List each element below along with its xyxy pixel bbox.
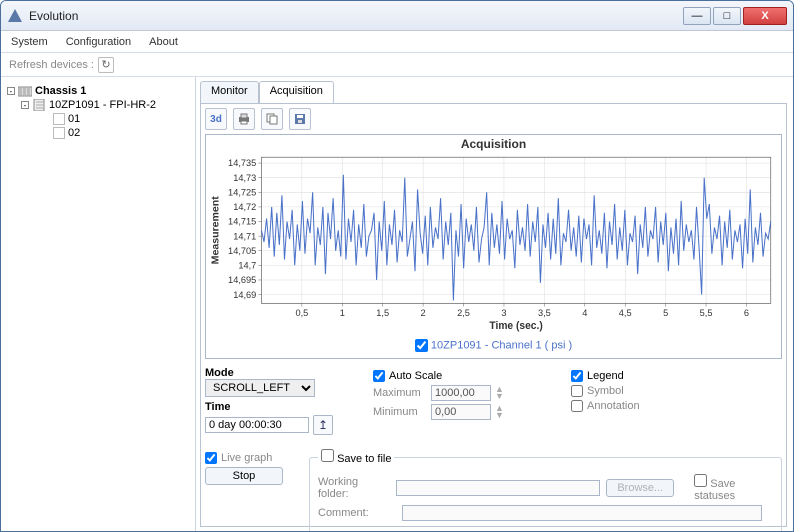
tab-acquisition[interactable]: Acquisition: [259, 81, 334, 103]
svg-text:1: 1: [340, 308, 345, 318]
3d-icon[interactable]: 3d: [205, 108, 227, 130]
min-label: Minimum: [373, 406, 427, 418]
tree-root-label: Chassis 1: [35, 85, 86, 97]
svg-text:Measurement: Measurement: [210, 196, 221, 265]
chart: Acquisition 14,6914,69514,714,70514,7114…: [205, 134, 782, 359]
svg-text:14,73: 14,73: [233, 173, 256, 183]
spinner-icon: ▲▼: [495, 405, 504, 419]
annotation-label: Annotation: [587, 400, 640, 412]
toolbar: Refresh devices : ↻: [1, 53, 793, 77]
svg-text:14,695: 14,695: [228, 275, 256, 285]
symbol-label: Symbol: [587, 385, 624, 397]
print-icon[interactable]: [233, 108, 255, 130]
autoscale-label: Auto Scale: [389, 370, 442, 382]
tree-channel[interactable]: 01: [7, 113, 189, 125]
save-to-file-checkbox[interactable]: [321, 449, 334, 462]
spinner-icon: ▲▼: [495, 386, 504, 400]
close-button[interactable]: X: [743, 7, 787, 25]
legend-series-label: 10ZP1091 - Channel 1 ( psi ): [431, 339, 572, 351]
svg-text:14,69: 14,69: [233, 290, 256, 300]
svg-text:5,5: 5,5: [700, 308, 713, 318]
svg-text:3,5: 3,5: [538, 308, 551, 318]
chassis-icon: [18, 85, 32, 97]
app-icon: [7, 8, 23, 24]
svg-text:14,705: 14,705: [228, 246, 256, 256]
annotation-checkbox[interactable]: [571, 400, 583, 412]
time-input[interactable]: [205, 417, 309, 433]
svg-text:6: 6: [744, 308, 749, 318]
minimize-button[interactable]: —: [683, 7, 711, 25]
device-icon: [32, 99, 46, 111]
save-statuses-checkbox[interactable]: [694, 474, 707, 487]
svg-text:1,5: 1,5: [376, 308, 389, 318]
tabs: Monitor Acquisition: [200, 81, 787, 103]
browse-button[interactable]: Browse...: [606, 479, 674, 497]
stop-button[interactable]: Stop: [205, 467, 283, 485]
maximize-button[interactable]: □: [713, 7, 741, 25]
svg-text:14,725: 14,725: [228, 187, 256, 197]
time-label: Time: [205, 401, 355, 413]
legend-label: Legend: [587, 370, 624, 382]
comment-input: [402, 505, 762, 521]
svg-text:14,735: 14,735: [228, 158, 256, 168]
tree-channel[interactable]: 02: [7, 127, 189, 139]
svg-text:14,71: 14,71: [233, 231, 256, 241]
svg-text:2,5: 2,5: [457, 308, 470, 318]
window-title: Evolution: [29, 9, 78, 23]
comment-label: Comment:: [318, 507, 396, 519]
svg-text:4: 4: [582, 308, 587, 318]
svg-text:0,5: 0,5: [295, 308, 308, 318]
svg-text:14,715: 14,715: [228, 217, 256, 227]
live-graph-checkbox[interactable]: [205, 452, 217, 464]
svg-text:5: 5: [663, 308, 668, 318]
refresh-label: Refresh devices :: [9, 59, 94, 71]
collapse-icon[interactable]: -: [21, 101, 29, 109]
mode-label: Mode: [205, 367, 355, 379]
copy-icon[interactable]: [261, 108, 283, 130]
legend-series-checkbox[interactable]: [415, 339, 428, 352]
chart-title: Acquisition: [206, 135, 781, 153]
tree-device[interactable]: - 10ZP1091 - FPI-HR-2: [7, 99, 189, 111]
chart-legend: 10ZP1091 - Channel 1 ( psi ): [206, 336, 781, 355]
min-input: [431, 404, 491, 420]
svg-text:14,7: 14,7: [238, 260, 256, 270]
refresh-icon[interactable]: ↻: [98, 57, 114, 73]
max-label: Maximum: [373, 387, 427, 399]
device-tree: - Chassis 1 - 10ZP1091 - FPI-HR-2 01 02: [1, 77, 196, 532]
symbol-checkbox[interactable]: [571, 385, 583, 397]
mode-select[interactable]: SCROLL_LEFT: [205, 379, 315, 397]
svg-text:Time (sec.): Time (sec.): [489, 321, 542, 332]
live-graph-label: Live graph: [221, 452, 272, 464]
tree-channel-label: 01: [68, 113, 80, 125]
legend-checkbox[interactable]: [571, 370, 583, 382]
svg-text:14,72: 14,72: [233, 202, 256, 212]
tree-device-label: 10ZP1091 - FPI-HR-2: [49, 99, 156, 111]
max-input: [431, 385, 491, 401]
menu-system[interactable]: System: [11, 36, 48, 48]
collapse-icon[interactable]: -: [7, 87, 15, 95]
autoscale-checkbox[interactable]: [373, 370, 385, 382]
svg-text:3: 3: [501, 308, 506, 318]
menubar: System Configuration About: [1, 31, 793, 53]
channel-icon: [53, 113, 65, 125]
save-fieldset: Save to file Working folder: Browse... S…: [309, 449, 782, 532]
save-icon[interactable]: [289, 108, 311, 130]
tree-channel-label: 02: [68, 127, 80, 139]
menu-configuration[interactable]: Configuration: [66, 36, 131, 48]
svg-text:4,5: 4,5: [619, 308, 632, 318]
tab-monitor[interactable]: Monitor: [200, 81, 259, 103]
time-upload-button[interactable]: ↥: [313, 415, 333, 435]
tab-panel: 3d Acquisition 14,69 14,695 14,7 14,705 14,7…: [200, 103, 787, 527]
tree-root[interactable]: - Chassis 1: [7, 85, 189, 97]
channel-icon: [53, 127, 65, 139]
working-folder-label: Working folder:: [318, 476, 390, 500]
svg-text:2: 2: [421, 308, 426, 318]
save-to-file-label: Save to file: [337, 453, 391, 465]
working-folder-input: [396, 480, 600, 496]
menu-about[interactable]: About: [149, 36, 178, 48]
titlebar: Evolution — □ X: [1, 1, 793, 31]
